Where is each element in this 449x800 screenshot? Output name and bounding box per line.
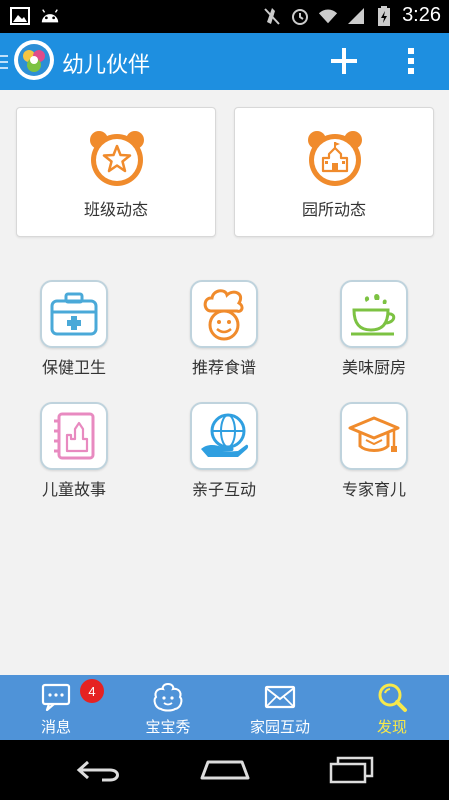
tile-stories[interactable]: 儿童故事: [14, 402, 134, 512]
tile-parent-child-label: 亲子互动: [191, 480, 256, 499]
tile-kitchen-label: 美味厨房: [341, 358, 406, 377]
star-clock-icon: [85, 126, 149, 190]
image-notification-icon: [10, 6, 30, 26]
app-bar: 幼儿伙伴: [0, 33, 449, 90]
mute-icon: [262, 6, 282, 26]
tab-home-school[interactable]: 家园互动: [224, 675, 336, 740]
tile-stories-label: 儿童故事: [41, 480, 106, 499]
status-bar: 3:26: [0, 0, 449, 33]
tile-parent-child[interactable]: 亲子互动: [164, 402, 284, 512]
globe-hand-icon: [190, 402, 258, 470]
tile-health[interactable]: 保健卫生: [14, 280, 134, 390]
tile-health-label: 保健卫生: [41, 358, 106, 377]
tab-home-school-label: 家园互动: [249, 718, 310, 736]
tab-baby-show[interactable]: 宝宝秀: [112, 675, 224, 740]
teacup-icon: [340, 280, 408, 348]
home-icon[interactable]: [200, 754, 250, 786]
bottom-tab-bar: 4 消息 宝宝秀 家园互动 发现: [0, 675, 449, 740]
wifi-icon: [318, 6, 338, 26]
school-clock-icon: [303, 126, 367, 190]
recent-apps-icon[interactable]: [326, 754, 376, 786]
first-aid-kit-icon: [40, 280, 108, 348]
tab-baby-show-label: 宝宝秀: [145, 718, 191, 736]
discover-search-icon: [376, 681, 408, 713]
baby-face-icon: [152, 681, 184, 713]
class-news-card[interactable]: 班级动态: [16, 107, 216, 237]
chef-icon: [190, 280, 258, 348]
android-icon: [40, 6, 60, 26]
class-news-label: 班级动态: [83, 200, 148, 219]
plus-icon[interactable]: [326, 43, 362, 79]
tile-expert[interactable]: 专家育儿: [314, 402, 434, 512]
app-logo-icon[interactable]: [14, 40, 54, 80]
drawer-indicator-icon[interactable]: [0, 53, 8, 71]
tab-messages[interactable]: 4 消息: [0, 675, 112, 740]
tile-expert-label: 专家育儿: [341, 480, 406, 499]
tile-recipes[interactable]: 推荐食谱: [164, 280, 284, 390]
school-news-label: 园所动态: [301, 200, 366, 219]
tab-discover[interactable]: 发现: [336, 675, 448, 740]
system-nav-bar: [0, 740, 449, 800]
app-title: 幼儿伙伴: [62, 53, 151, 78]
signal-icon: [346, 6, 366, 26]
tile-recipes-label: 推荐食谱: [191, 358, 256, 377]
school-news-card[interactable]: 园所动态: [234, 107, 434, 237]
tab-messages-label: 消息: [40, 718, 71, 736]
overflow-menu-icon[interactable]: [396, 43, 426, 79]
graduation-cap-icon: [340, 402, 408, 470]
battery-icon: [374, 5, 394, 26]
status-time: 3:26: [402, 4, 441, 26]
mail-icon: [264, 681, 296, 713]
unread-badge: 4: [80, 679, 104, 703]
message-icon: [40, 681, 72, 713]
castle-book-icon: [40, 402, 108, 470]
back-icon[interactable]: [74, 754, 124, 786]
tab-discover-label: 发现: [376, 718, 407, 736]
alarm-icon: [290, 6, 310, 26]
tile-kitchen[interactable]: 美味厨房: [314, 280, 434, 390]
